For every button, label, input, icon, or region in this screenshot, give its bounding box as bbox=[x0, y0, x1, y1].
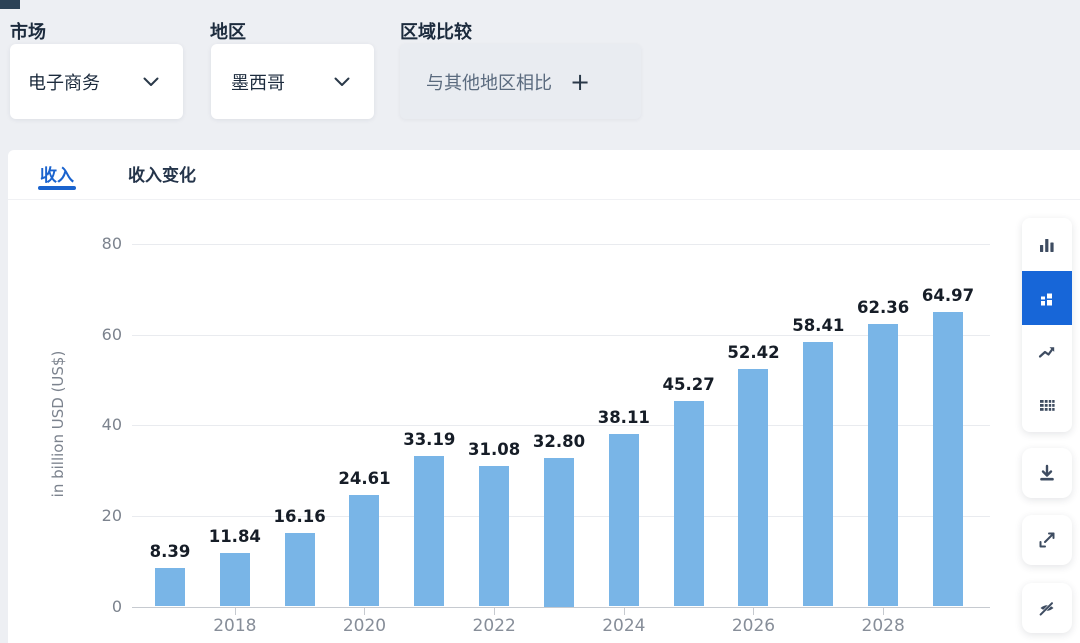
expand-icon bbox=[1038, 531, 1056, 549]
statistics-dashboard: 市场 电子商务 地区 墨西哥 区域比较 与其他地区相比 + 收入 收入变化 in… bbox=[0, 0, 1080, 643]
tab-divider bbox=[8, 199, 1080, 200]
compare-filter-label: 区域比较 bbox=[400, 18, 472, 44]
download-button[interactable] bbox=[1022, 448, 1072, 498]
line-chart-icon[interactable] bbox=[1022, 325, 1072, 378]
compare-regions-button[interactable]: 与其他地区相比 + bbox=[400, 44, 641, 119]
bar[interactable] bbox=[803, 342, 833, 607]
bar[interactable] bbox=[738, 369, 768, 607]
market-dropdown[interactable]: 电子商务 bbox=[10, 44, 183, 119]
bar[interactable] bbox=[674, 401, 704, 606]
bar[interactable] bbox=[349, 495, 379, 607]
bar-blocks-icon[interactable] bbox=[1022, 271, 1072, 325]
market-dropdown-value: 电子商务 bbox=[28, 69, 100, 95]
market-filter-label: 市场 bbox=[10, 18, 46, 44]
bar[interactable] bbox=[155, 568, 185, 606]
eye-off-icon bbox=[1037, 598, 1057, 618]
table-icon[interactable] bbox=[1022, 378, 1072, 431]
active-tab-underline bbox=[38, 186, 76, 190]
tab-revenue[interactable]: 收入 bbox=[40, 161, 74, 186]
region-dropdown[interactable]: 墨西哥 bbox=[211, 44, 374, 119]
tab-revenue-change[interactable]: 收入变化 bbox=[128, 161, 196, 186]
bar[interactable] bbox=[285, 533, 315, 606]
plus-icon: + bbox=[570, 70, 590, 94]
download-icon bbox=[1037, 463, 1057, 483]
chevron-down-icon bbox=[143, 72, 159, 91]
region-dropdown-value: 墨西哥 bbox=[231, 69, 285, 95]
bar[interactable] bbox=[479, 466, 509, 607]
bar[interactable] bbox=[414, 456, 444, 606]
column-chart-icon[interactable] bbox=[1022, 218, 1072, 271]
region-filter-label: 地区 bbox=[210, 18, 246, 44]
bar[interactable] bbox=[220, 553, 250, 607]
bar[interactable] bbox=[609, 434, 639, 607]
hide-chart-button[interactable] bbox=[1022, 583, 1072, 633]
bar[interactable] bbox=[868, 324, 898, 607]
bar[interactable] bbox=[933, 312, 963, 606]
clipped-element bbox=[0, 0, 20, 9]
compare-regions-label: 与其他地区相比 bbox=[426, 69, 552, 95]
chevron-down-icon bbox=[334, 72, 350, 91]
chart-type-toolbar bbox=[1022, 218, 1072, 432]
expand-button[interactable] bbox=[1022, 515, 1072, 565]
bar[interactable] bbox=[544, 458, 574, 607]
